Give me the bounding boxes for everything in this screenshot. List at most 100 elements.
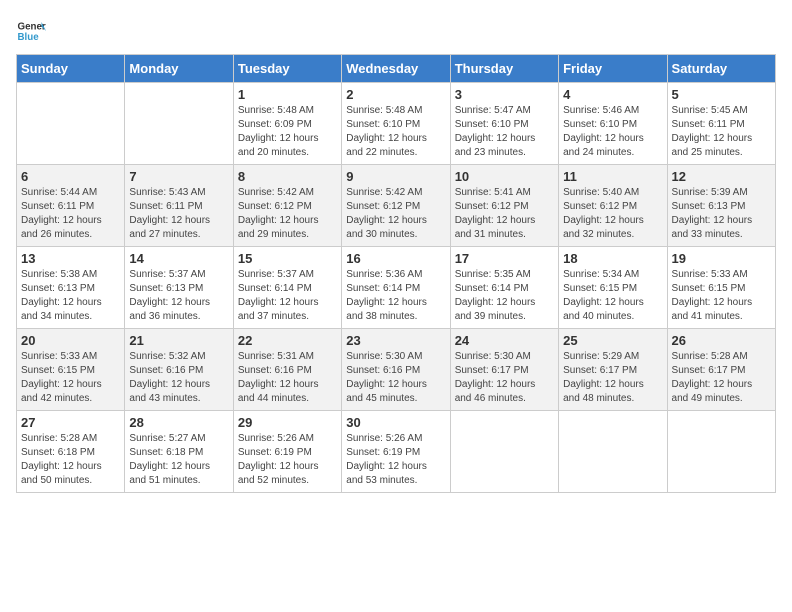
day-detail: Sunrise: 5:30 AMSunset: 6:17 PMDaylight:… xyxy=(455,350,554,406)
day-cell: 10 Sunrise: 5:41 AMSunset: 6:12 PMDayligh… xyxy=(450,165,558,247)
day-number: 3 xyxy=(455,87,554,102)
day-detail: Sunrise: 5:37 AMSunset: 6:13 PMDaylight:… xyxy=(129,268,228,324)
day-cell: 28 Sunrise: 5:27 AMSunset: 6:18 PMDayligh… xyxy=(125,411,233,493)
weekday-header-monday: Monday xyxy=(125,55,233,83)
day-detail: Sunrise: 5:31 AMSunset: 6:16 PMDaylight:… xyxy=(238,350,337,406)
day-cell: 14 Sunrise: 5:37 AMSunset: 6:13 PMDayligh… xyxy=(125,247,233,329)
day-detail: Sunrise: 5:33 AMSunset: 6:15 PMDaylight:… xyxy=(672,268,771,324)
day-cell: 25 Sunrise: 5:29 AMSunset: 6:17 PMDayligh… xyxy=(559,329,667,411)
weekday-header-sunday: Sunday xyxy=(17,55,125,83)
weekday-header-tuesday: Tuesday xyxy=(233,55,341,83)
day-number: 5 xyxy=(672,87,771,102)
day-number: 9 xyxy=(346,169,445,184)
day-cell: 24 Sunrise: 5:30 AMSunset: 6:17 PMDayligh… xyxy=(450,329,558,411)
week-row-5: 27 Sunrise: 5:28 AMSunset: 6:18 PMDayligh… xyxy=(17,411,776,493)
day-detail: Sunrise: 5:37 AMSunset: 6:14 PMDaylight:… xyxy=(238,268,337,324)
day-cell: 23Sunrise: 5:30 AMSunset: 6:16 PMDayligh… xyxy=(342,329,450,411)
day-cell xyxy=(667,411,775,493)
day-number: 30 xyxy=(346,415,445,430)
day-detail: Sunrise: 5:40 AMSunset: 6:12 PMDaylight:… xyxy=(563,186,662,242)
calendar-table: SundayMondayTuesdayWednesdayThursdayFrid… xyxy=(16,54,776,493)
day-cell: 1 Sunrise: 5:48 AMSunset: 6:09 PMDaylight… xyxy=(233,83,341,165)
day-number: 29 xyxy=(238,415,337,430)
day-detail: Sunrise: 5:34 AMSunset: 6:15 PMDaylight:… xyxy=(563,268,662,324)
day-number: 25 xyxy=(563,333,662,348)
day-number: 21 xyxy=(129,333,228,348)
day-detail: Sunrise: 5:29 AMSunset: 6:17 PMDaylight:… xyxy=(563,350,662,406)
logo-icon: General Blue xyxy=(16,16,46,46)
day-detail: Sunrise: 5:43 AMSunset: 6:11 PMDaylight:… xyxy=(129,186,228,242)
day-number: 11 xyxy=(563,169,662,184)
day-number: 10 xyxy=(455,169,554,184)
day-cell: 30 Sunrise: 5:26 AMSunset: 6:19 PMDayligh… xyxy=(342,411,450,493)
day-number: 19 xyxy=(672,251,771,266)
day-number: 18 xyxy=(563,251,662,266)
day-number: 12 xyxy=(672,169,771,184)
day-cell: 19 Sunrise: 5:33 AMSunset: 6:15 PMDayligh… xyxy=(667,247,775,329)
day-cell: 12 Sunrise: 5:39 AMSunset: 6:13 PMDayligh… xyxy=(667,165,775,247)
day-number: 13 xyxy=(21,251,120,266)
weekday-header-row: SundayMondayTuesdayWednesdayThursdayFrid… xyxy=(17,55,776,83)
day-cell: 20Sunrise: 5:33 AMSunset: 6:15 PMDayligh… xyxy=(17,329,125,411)
day-detail: Sunrise: 5:26 AMSunset: 6:19 PMDaylight:… xyxy=(346,432,445,488)
day-detail: Sunrise: 5:28 AMSunset: 6:18 PMDaylight:… xyxy=(21,432,120,488)
day-cell xyxy=(17,83,125,165)
header: General Blue xyxy=(16,16,776,46)
day-cell: 15 Sunrise: 5:37 AMSunset: 6:14 PMDayligh… xyxy=(233,247,341,329)
day-cell xyxy=(125,83,233,165)
day-number: 1 xyxy=(238,87,337,102)
day-cell xyxy=(559,411,667,493)
day-cell: 6Sunrise: 5:44 AMSunset: 6:11 PMDaylight… xyxy=(17,165,125,247)
day-detail: Sunrise: 5:45 AMSunset: 6:11 PMDaylight:… xyxy=(672,104,771,160)
day-cell: 21 Sunrise: 5:32 AMSunset: 6:16 PMDayligh… xyxy=(125,329,233,411)
logo: General Blue xyxy=(16,16,46,46)
day-detail: Sunrise: 5:27 AMSunset: 6:18 PMDaylight:… xyxy=(129,432,228,488)
day-cell: 18 Sunrise: 5:34 AMSunset: 6:15 PMDayligh… xyxy=(559,247,667,329)
day-number: 2 xyxy=(346,87,445,102)
day-cell xyxy=(450,411,558,493)
day-number: 17 xyxy=(455,251,554,266)
day-cell: 26Sunrise: 5:28 AMSunset: 6:17 PMDayligh… xyxy=(667,329,775,411)
day-number: 23 xyxy=(346,333,445,348)
day-cell: 16 Sunrise: 5:36 AMSunset: 6:14 PMDayligh… xyxy=(342,247,450,329)
day-cell: 8 Sunrise: 5:42 AMSunset: 6:12 PMDaylight… xyxy=(233,165,341,247)
day-cell: 7 Sunrise: 5:43 AMSunset: 6:11 PMDaylight… xyxy=(125,165,233,247)
day-number: 24 xyxy=(455,333,554,348)
day-number: 8 xyxy=(238,169,337,184)
day-cell: 17 Sunrise: 5:35 AMSunset: 6:14 PMDayligh… xyxy=(450,247,558,329)
weekday-header-thursday: Thursday xyxy=(450,55,558,83)
weekday-header-saturday: Saturday xyxy=(667,55,775,83)
day-detail: Sunrise: 5:48 AMSunset: 6:09 PMDaylight:… xyxy=(238,104,337,160)
day-cell: 4Sunrise: 5:46 AMSunset: 6:10 PMDaylight… xyxy=(559,83,667,165)
day-number: 7 xyxy=(129,169,228,184)
day-detail: Sunrise: 5:33 AMSunset: 6:15 PMDaylight:… xyxy=(21,350,120,406)
day-cell: 9Sunrise: 5:42 AMSunset: 6:12 PMDaylight… xyxy=(342,165,450,247)
day-cell: 27 Sunrise: 5:28 AMSunset: 6:18 PMDayligh… xyxy=(17,411,125,493)
day-number: 22 xyxy=(238,333,337,348)
day-number: 6 xyxy=(21,169,120,184)
day-cell: 3 Sunrise: 5:47 AMSunset: 6:10 PMDaylight… xyxy=(450,83,558,165)
day-cell: 13 Sunrise: 5:38 AMSunset: 6:13 PMDayligh… xyxy=(17,247,125,329)
week-row-1: 1 Sunrise: 5:48 AMSunset: 6:09 PMDaylight… xyxy=(17,83,776,165)
day-detail: Sunrise: 5:32 AMSunset: 6:16 PMDaylight:… xyxy=(129,350,228,406)
day-detail: Sunrise: 5:38 AMSunset: 6:13 PMDaylight:… xyxy=(21,268,120,324)
day-detail: Sunrise: 5:47 AMSunset: 6:10 PMDaylight:… xyxy=(455,104,554,160)
day-number: 15 xyxy=(238,251,337,266)
day-detail: Sunrise: 5:35 AMSunset: 6:14 PMDaylight:… xyxy=(455,268,554,324)
day-detail: Sunrise: 5:28 AMSunset: 6:17 PMDaylight:… xyxy=(672,350,771,406)
day-number: 4 xyxy=(563,87,662,102)
day-cell: 11 Sunrise: 5:40 AMSunset: 6:12 PMDayligh… xyxy=(559,165,667,247)
week-row-3: 13 Sunrise: 5:38 AMSunset: 6:13 PMDayligh… xyxy=(17,247,776,329)
day-detail: Sunrise: 5:41 AMSunset: 6:12 PMDaylight:… xyxy=(455,186,554,242)
weekday-header-friday: Friday xyxy=(559,55,667,83)
day-detail: Sunrise: 5:39 AMSunset: 6:13 PMDaylight:… xyxy=(672,186,771,242)
svg-text:Blue: Blue xyxy=(18,32,40,43)
day-number: 28 xyxy=(129,415,228,430)
day-number: 27 xyxy=(21,415,120,430)
day-detail: Sunrise: 5:42 AMSunset: 6:12 PMDaylight:… xyxy=(238,186,337,242)
day-number: 16 xyxy=(346,251,445,266)
week-row-2: 6Sunrise: 5:44 AMSunset: 6:11 PMDaylight… xyxy=(17,165,776,247)
day-detail: Sunrise: 5:36 AMSunset: 6:14 PMDaylight:… xyxy=(346,268,445,324)
weekday-header-wednesday: Wednesday xyxy=(342,55,450,83)
day-number: 14 xyxy=(129,251,228,266)
